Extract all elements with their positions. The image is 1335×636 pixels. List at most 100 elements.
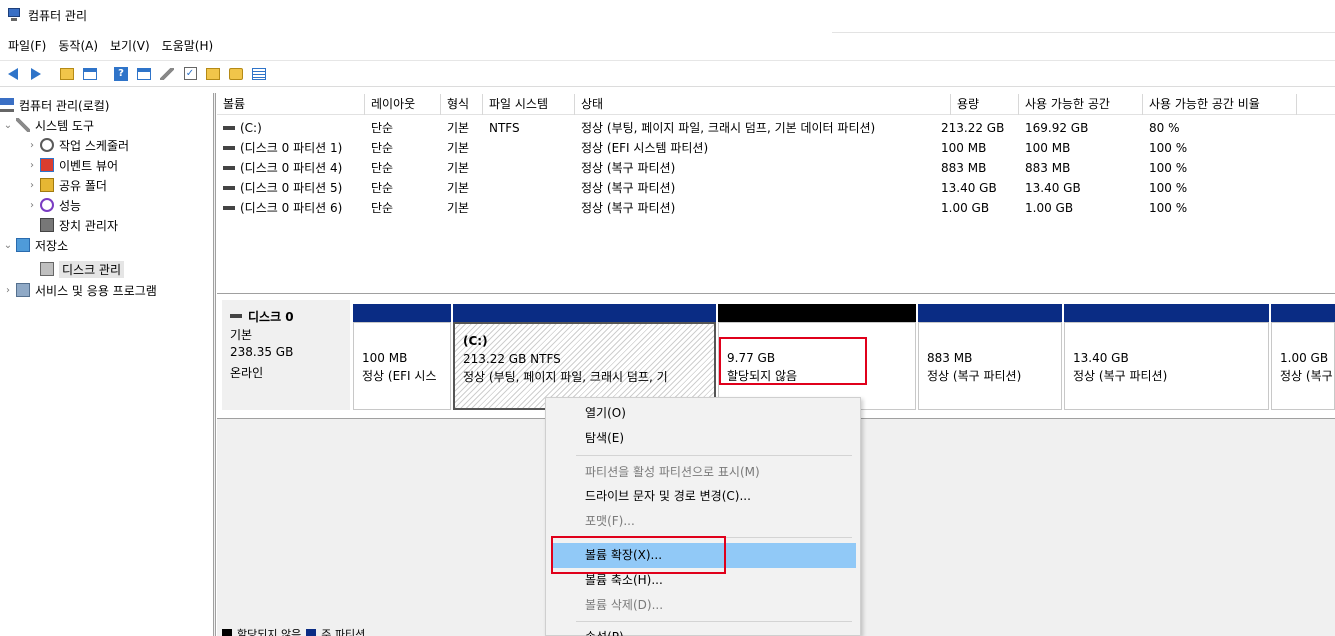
chevron-down-icon[interactable]: ⌄: [2, 240, 14, 251]
volume-name: (C:): [240, 121, 262, 135]
partition-letter: (C:): [463, 334, 488, 348]
chevron-right-icon[interactable]: ›: [26, 200, 38, 211]
tree-item-shared-folders[interactable]: › 공유 폴더: [26, 175, 107, 195]
menu-file[interactable]: 파일(F): [6, 37, 52, 54]
column-header-type[interactable]: 형식: [441, 94, 483, 115]
column-header-capacity[interactable]: 용량: [951, 94, 1019, 115]
tree-item-services-apps[interactable]: › 서비스 및 응용 프로그램: [2, 280, 157, 300]
volume-row[interactable]: (C:) 단순 기본 NTFS 정상 (부팅, 페이지 파일, 크래시 덤프, …: [217, 118, 1335, 138]
partition-bar: [718, 304, 916, 322]
menu-format[interactable]: 포맷(F)...: [546, 509, 860, 534]
back-arrow-icon[interactable]: [2, 64, 24, 84]
volume-row[interactable]: (디스크 0 파티션 6) 단순 기본 정상 (복구 파티션) 1.00 GB …: [217, 198, 1335, 218]
column-header-volume[interactable]: 볼륨: [217, 94, 365, 115]
volume-type: 기본: [447, 121, 470, 135]
volume-capacity: 213.22 GB: [941, 121, 1005, 135]
tree-item-disk-management[interactable]: 디스크 관리: [40, 259, 125, 279]
chevron-right-icon[interactable]: ›: [26, 160, 38, 171]
column-header-free-percent[interactable]: 사용 가능한 공간 비율: [1143, 94, 1297, 115]
tree-item-root[interactable]: 컴퓨터 관리(로컬): [0, 95, 109, 115]
legend-swatch-primary: [306, 629, 317, 636]
menu-change-drive-letter[interactable]: 드라이브 문자 및 경로 변경(C)...: [546, 484, 860, 509]
disk-size: 238.35 GB: [230, 345, 294, 359]
search-folder-icon[interactable]: [225, 64, 247, 84]
tree-item-device-manager[interactable]: 장치 관리자: [40, 215, 118, 235]
volume-capacity: 1.00 GB: [941, 201, 990, 215]
partition-size: 1.00 GB: [1280, 351, 1329, 365]
menu-delete-volume[interactable]: 볼륨 삭제(D)...: [546, 593, 860, 618]
forward-arrow-icon[interactable]: [25, 64, 47, 84]
connect-icon[interactable]: [156, 64, 178, 84]
chevron-down-icon[interactable]: ⌄: [2, 120, 14, 131]
volume-free-percent: 100 %: [1149, 161, 1188, 175]
partition-efi[interactable]: 100 MB 정상 (EFI 시스: [353, 304, 451, 410]
help-icon[interactable]: ?: [110, 64, 132, 84]
folder-up-icon[interactable]: [202, 64, 224, 84]
volume-free-space: 13.40 GB: [1025, 181, 1081, 195]
menu-separator: [576, 621, 852, 622]
tree-item-performance[interactable]: › 성능: [26, 195, 81, 215]
chevron-right-icon[interactable]: ›: [26, 180, 38, 191]
partition-recovery-4[interactable]: 883 MB 정상 (복구 파티션): [918, 304, 1062, 410]
legend-swatch-unallocated: [222, 629, 232, 636]
partition-status: 정상 (복구 파티션): [927, 369, 1022, 383]
disk-view-divider: [217, 293, 1335, 294]
volume-free-space: 100 MB: [1025, 141, 1071, 155]
menu-open[interactable]: 열기(O): [546, 401, 860, 426]
menu-explore[interactable]: 탐색(E): [546, 426, 860, 451]
volume-free-percent: 100 %: [1149, 201, 1188, 215]
partition-c[interactable]: (C:) 213.22 GB NTFS 정상 (부팅, 페이지 파일, 크래시 …: [453, 304, 716, 410]
volume-status: 정상 (EFI 시스템 파티션): [581, 141, 709, 155]
column-header-filesystem[interactable]: 파일 시스템: [483, 94, 575, 115]
volume-type: 기본: [447, 141, 470, 155]
volume-layout: 단순: [371, 141, 394, 155]
check-icon[interactable]: ✓: [179, 64, 201, 84]
partition-status: 정상 (복구: [1280, 369, 1333, 383]
properties-icon[interactable]: [133, 64, 155, 84]
volume-status: 정상 (복구 파티션): [581, 181, 676, 195]
menu-action[interactable]: 동작(A): [52, 37, 104, 54]
up-folder-icon[interactable]: [56, 64, 78, 84]
column-header-layout[interactable]: 레이아웃: [365, 94, 441, 115]
menu-properties[interactable]: 속성(P): [546, 625, 860, 636]
tree-item-system-tools[interactable]: ⌄ 시스템 도구: [2, 115, 94, 135]
volume-layout: 단순: [371, 201, 394, 215]
partition-size: 13.40 GB: [1073, 351, 1129, 365]
partition-recovery-5[interactable]: 13.40 GB 정상 (복구 파티션): [1064, 304, 1269, 410]
tree-item-storage[interactable]: ⌄ 저장소: [2, 235, 68, 255]
chevron-right-icon[interactable]: ›: [2, 285, 14, 296]
volume-capacity: 100 MB: [941, 141, 987, 155]
tree-item-event-viewer[interactable]: › 이벤트 뷰어: [26, 155, 118, 175]
volume-name: (디스크 0 파티션 5): [240, 181, 343, 195]
volume-row[interactable]: (디스크 0 파티션 4) 단순 기본 정상 (복구 파티션) 883 MB 8…: [217, 158, 1335, 178]
volume-icon: [223, 185, 235, 190]
menu-mark-active[interactable]: 파티션을 활성 파티션으로 표시(M): [546, 460, 860, 485]
chevron-right-icon[interactable]: ›: [26, 140, 38, 151]
computer-management-icon: [6, 8, 22, 22]
volume-name: (디스크 0 파티션 1): [240, 141, 343, 155]
volume-layout: 단순: [371, 121, 394, 135]
volume-list-header: 볼륨 레이아웃 형식 파일 시스템 상태 용량 사용 가능한 공간 사용 가능한…: [217, 94, 1335, 115]
disk-icon: [230, 313, 242, 318]
volume-icon: [223, 165, 235, 170]
partition-size: 100 MB: [362, 351, 408, 365]
disk-label[interactable]: 디스크 0 기본 238.35 GB 온라인: [222, 300, 350, 410]
volume-name: (디스크 0 파티션 4): [240, 161, 343, 175]
partition-bar: [453, 304, 716, 322]
partition-size: 213.22 GB NTFS: [463, 352, 561, 366]
column-header-free-space[interactable]: 사용 가능한 공간: [1019, 94, 1143, 115]
volume-row[interactable]: (디스크 0 파티션 5) 단순 기본 정상 (복구 파티션) 13.40 GB…: [217, 178, 1335, 198]
menu-help[interactable]: 도움말(H): [156, 37, 220, 54]
pane-splitter[interactable]: [213, 93, 216, 636]
storage-icon: [16, 238, 30, 252]
list-view-icon[interactable]: [248, 64, 270, 84]
partition-recovery-6[interactable]: 1.00 GB 정상 (복구: [1271, 304, 1335, 410]
volume-free-space: 1.00 GB: [1025, 201, 1074, 215]
tree-item-task-scheduler[interactable]: › 작업 스케줄러: [26, 135, 129, 155]
menu-view[interactable]: 보기(V): [104, 37, 156, 54]
volume-free-space: 883 MB: [1025, 161, 1071, 175]
volume-row[interactable]: (디스크 0 파티션 1) 단순 기본 정상 (EFI 시스템 파티션) 100…: [217, 138, 1335, 158]
show-hide-tree-icon[interactable]: [79, 64, 101, 84]
highlight-extend-volume: [551, 536, 726, 574]
column-header-status[interactable]: 상태: [575, 94, 951, 115]
